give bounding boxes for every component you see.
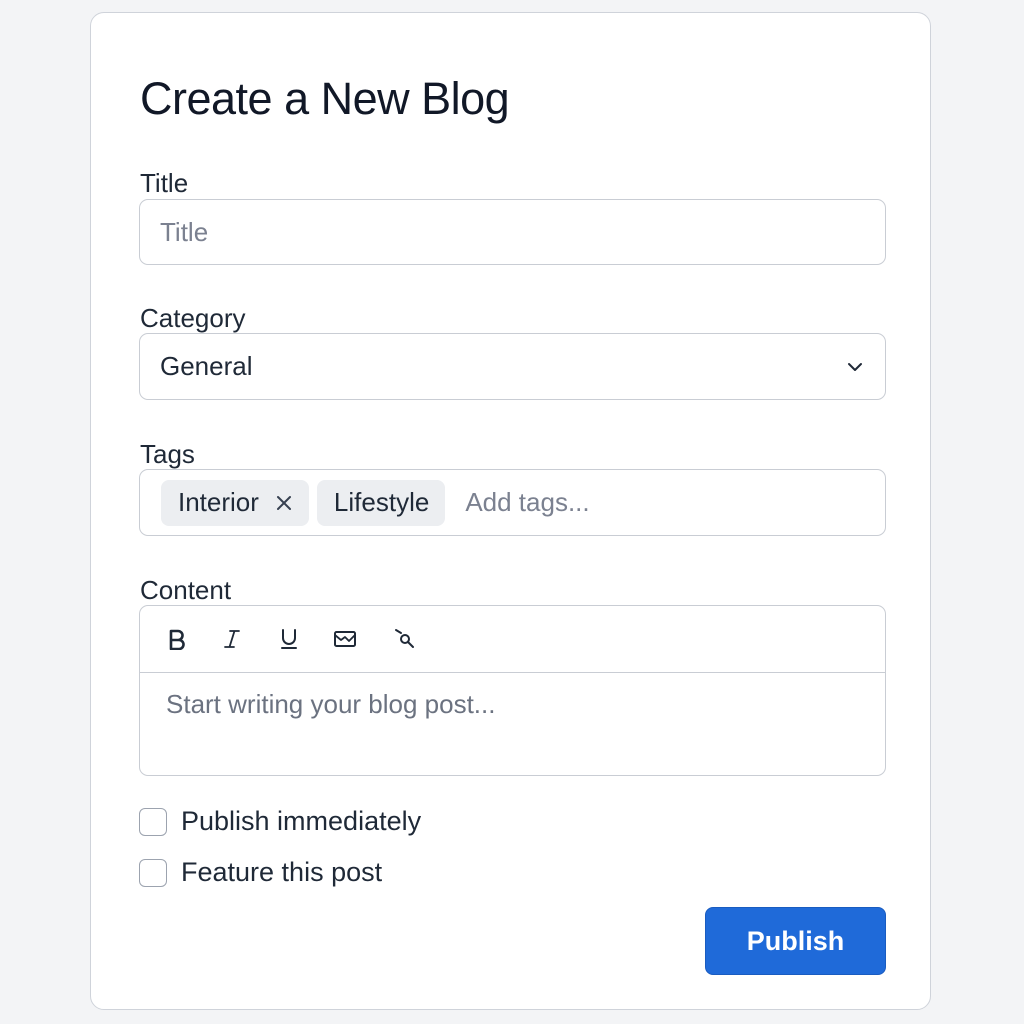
page-title: Create a New Blog bbox=[140, 73, 510, 124]
category-label: Category bbox=[140, 303, 246, 333]
tag-label: Lifestyle bbox=[333, 487, 430, 517]
chevron-down-icon bbox=[848, 363, 862, 371]
title-label: Title bbox=[140, 168, 189, 198]
publish-button[interactable]: Publish bbox=[705, 907, 886, 975]
link-icon bbox=[395, 629, 414, 648]
feature-post-checkbox[interactable] bbox=[139, 858, 167, 887]
tags-input[interactable] bbox=[463, 486, 768, 519]
category-selected-value: General bbox=[160, 351, 253, 381]
bold-button[interactable] bbox=[163, 625, 191, 653]
link-button[interactable] bbox=[391, 625, 419, 653]
content-textarea[interactable] bbox=[140, 673, 885, 775]
content-editor bbox=[139, 605, 886, 776]
tag-chip-lifestyle: Lifestyle bbox=[316, 479, 446, 526]
create-blog-card: Create a New Blog Title Category General… bbox=[90, 12, 931, 1010]
feature-post-label: Feature this post bbox=[181, 857, 383, 887]
italic-button[interactable] bbox=[218, 625, 246, 653]
italic-icon bbox=[224, 630, 240, 648]
tag-chip-interior: Interior bbox=[161, 479, 309, 526]
category-select[interactable]: General bbox=[139, 333, 886, 400]
tags-field[interactable]: Interior Lifestyle bbox=[139, 469, 886, 536]
image-icon bbox=[334, 631, 356, 647]
tags-label: Tags bbox=[140, 439, 195, 469]
feature-post-option[interactable]: Feature this post bbox=[139, 857, 382, 888]
publish-immediately-option[interactable]: Publish immediately bbox=[139, 806, 421, 837]
image-button[interactable] bbox=[331, 625, 359, 653]
content-label: Content bbox=[140, 575, 232, 605]
close-icon[interactable] bbox=[275, 494, 293, 512]
publish-immediately-label: Publish immediately bbox=[181, 806, 422, 836]
title-input[interactable] bbox=[139, 199, 886, 265]
editor-toolbar bbox=[140, 606, 885, 673]
tag-label: Interior bbox=[178, 487, 259, 517]
publish-immediately-checkbox[interactable] bbox=[139, 807, 167, 836]
underline-icon bbox=[281, 629, 297, 649]
underline-button[interactable] bbox=[275, 625, 303, 653]
bold-icon bbox=[169, 629, 185, 650]
